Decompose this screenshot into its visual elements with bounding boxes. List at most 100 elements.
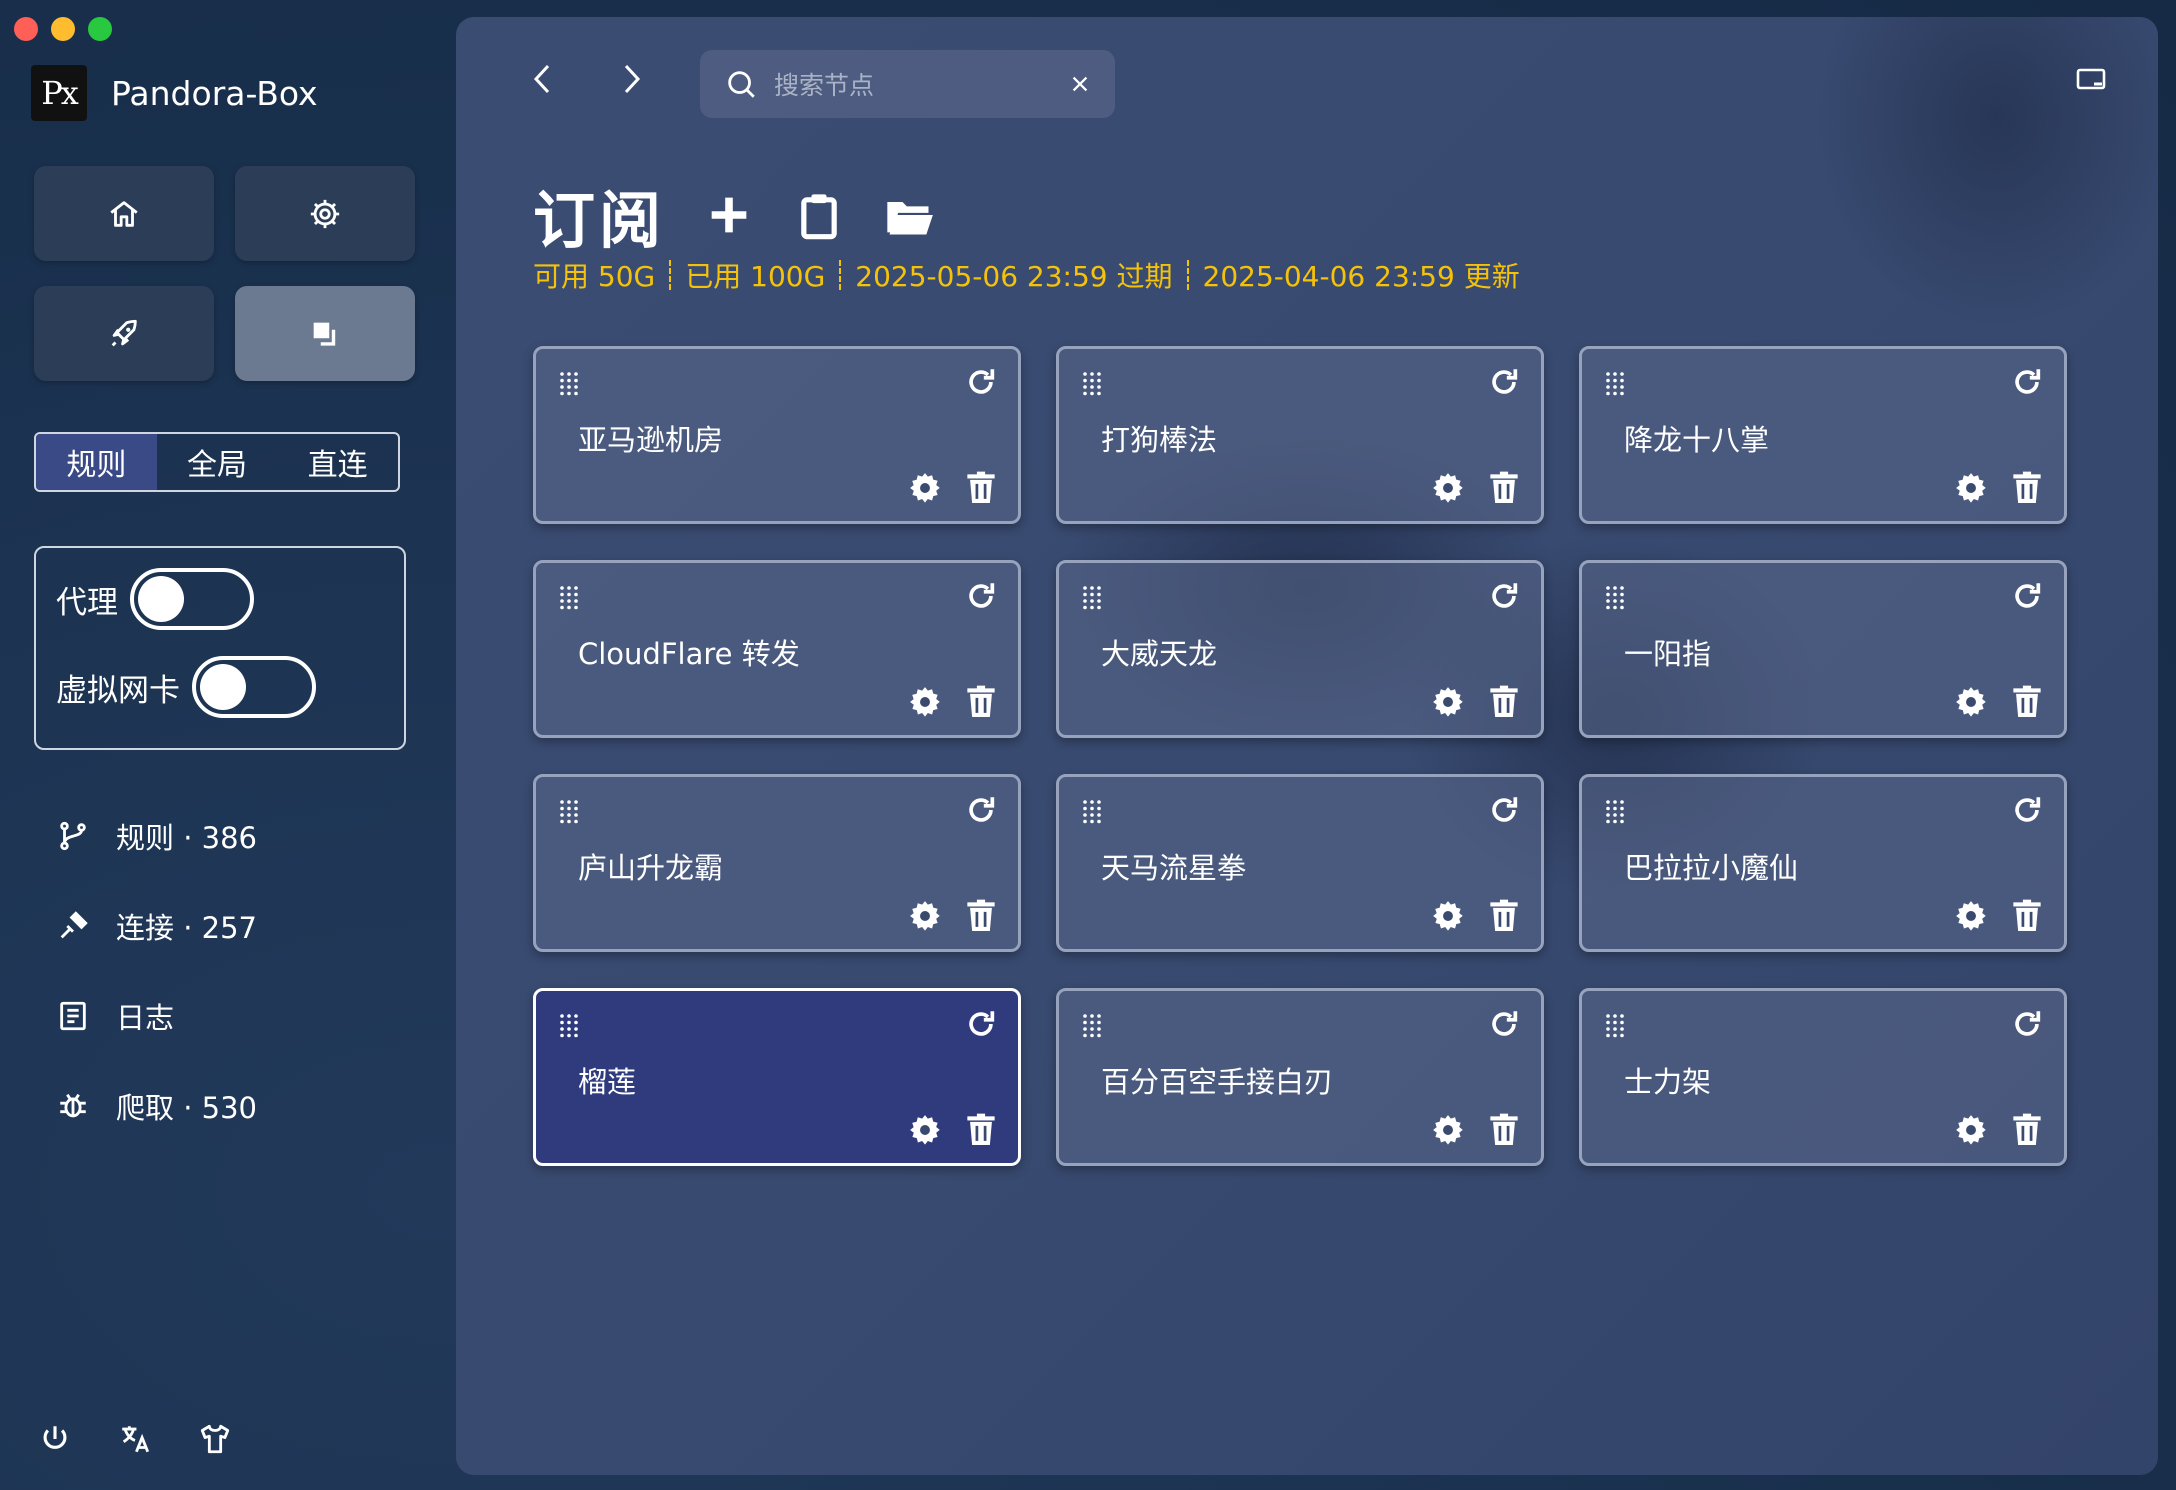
drag-handle-icon[interactable]	[1081, 371, 1103, 397]
gear-icon[interactable]	[908, 471, 942, 505]
refresh-icon[interactable]	[1487, 579, 1521, 613]
proxy-toggle[interactable]	[130, 568, 254, 630]
window-mode-icon[interactable]	[2076, 68, 2106, 94]
subscription-card[interactable]: 巴拉拉小魔仙	[1579, 774, 2067, 952]
drag-handle-icon[interactable]	[1081, 1013, 1103, 1039]
sidebar-item-label: 规则 · 386	[116, 821, 258, 855]
sidebar-item-logs[interactable]: 日志	[56, 995, 174, 1037]
trash-icon[interactable]	[966, 899, 996, 933]
clear-search-icon[interactable]	[1069, 73, 1091, 95]
mode-global-tab[interactable]: 全局	[157, 434, 278, 490]
trash-icon[interactable]	[2012, 899, 2042, 933]
drag-handle-icon[interactable]	[558, 1013, 580, 1039]
shirt-icon[interactable]	[198, 1422, 232, 1456]
refresh-icon[interactable]	[2010, 579, 2044, 613]
trash-icon[interactable]	[966, 685, 996, 719]
add-icon[interactable]	[703, 189, 755, 241]
drag-handle-icon[interactable]	[558, 585, 580, 611]
card-title: 庐山升龙霸	[578, 851, 724, 885]
sidebar-item-label: 爬取 · 530	[116, 1091, 258, 1125]
expire-time: 2025-05-06 23:59 过期	[855, 260, 1173, 293]
subscription-card[interactable]: 天马流星拳	[1056, 774, 1544, 952]
drag-handle-icon[interactable]	[558, 799, 580, 825]
subscription-card[interactable]: 大威天龙	[1056, 560, 1544, 738]
search-box[interactable]: 搜索节点	[700, 50, 1115, 118]
gear-icon[interactable]	[908, 899, 942, 933]
sidebar-item-crawl[interactable]: 爬取 · 530	[56, 1085, 257, 1127]
trash-icon[interactable]	[2012, 1113, 2042, 1147]
gear-icon[interactable]	[1431, 899, 1465, 933]
trash-icon[interactable]	[1489, 685, 1519, 719]
sidebar-item-rules[interactable]: 规则 · 386	[56, 815, 257, 857]
meta-divider	[839, 260, 842, 290]
subscription-card[interactable]: 打狗棒法	[1056, 346, 1544, 524]
subscription-card[interactable]: 庐山升龙霸	[533, 774, 1021, 952]
settings-button[interactable]	[235, 166, 415, 261]
gear-icon[interactable]	[1954, 1113, 1988, 1147]
trash-icon[interactable]	[966, 471, 996, 505]
subscription-card[interactable]: 亚马逊机房	[533, 346, 1021, 524]
refresh-icon[interactable]	[2010, 365, 2044, 399]
refresh-icon[interactable]	[1487, 793, 1521, 827]
search-input[interactable]: 搜索节点	[774, 66, 1069, 102]
refresh-icon[interactable]	[964, 793, 998, 827]
page-header: 订阅	[533, 170, 935, 260]
subscription-card[interactable]: 百分百空手接白刃	[1056, 988, 1544, 1166]
subscription-card[interactable]: 榴莲	[533, 988, 1021, 1166]
translate-icon[interactable]	[118, 1422, 152, 1456]
drag-handle-icon[interactable]	[1081, 799, 1103, 825]
card-title: 巴拉拉小魔仙	[1624, 851, 1799, 885]
trash-icon[interactable]	[2012, 471, 2042, 505]
gear-icon[interactable]	[1431, 685, 1465, 719]
refresh-icon[interactable]	[2010, 1007, 2044, 1041]
subscription-card[interactable]: CloudFlare 转发	[533, 560, 1021, 738]
mode-direct-tab[interactable]: 直连	[277, 434, 398, 490]
subscription-card[interactable]: 降龙十八掌	[1579, 346, 2067, 524]
tun-switch-label: 虚拟网卡	[56, 672, 180, 709]
close-window-button[interactable]	[14, 17, 38, 41]
clipboard-icon[interactable]	[793, 189, 845, 241]
drag-handle-icon[interactable]	[1604, 585, 1626, 611]
mode-rule-tab[interactable]: 规则	[36, 434, 157, 490]
refresh-icon[interactable]	[2010, 793, 2044, 827]
home-button[interactable]	[34, 166, 214, 261]
meta-divider	[1186, 260, 1189, 290]
gear-icon[interactable]	[1954, 899, 1988, 933]
proxy-switch-label: 代理	[56, 584, 118, 621]
speed-button[interactable]	[34, 286, 214, 381]
refresh-icon[interactable]	[1487, 365, 1521, 399]
gear-icon[interactable]	[908, 1113, 942, 1147]
subscriptions-button[interactable]	[235, 286, 415, 381]
sidebar-item-connections[interactable]: 连接 · 257	[56, 905, 257, 947]
folder-open-icon[interactable]	[883, 189, 935, 241]
refresh-icon[interactable]	[964, 1007, 998, 1041]
gear-icon[interactable]	[908, 685, 942, 719]
power-icon[interactable]	[38, 1422, 72, 1456]
gear-icon[interactable]	[1431, 471, 1465, 505]
gear-icon[interactable]	[1954, 471, 1988, 505]
card-title: 大威天龙	[1101, 637, 1218, 671]
trash-icon[interactable]	[966, 1113, 996, 1147]
drag-handle-icon[interactable]	[1604, 1013, 1626, 1039]
minimize-window-button[interactable]	[51, 17, 75, 41]
gear-icon[interactable]	[1954, 685, 1988, 719]
subscription-card[interactable]: 士力架	[1579, 988, 2067, 1166]
drag-handle-icon[interactable]	[1081, 585, 1103, 611]
trash-icon[interactable]	[2012, 685, 2042, 719]
subscription-card[interactable]: 一阳指	[1579, 560, 2067, 738]
gear-icon[interactable]	[1431, 1113, 1465, 1147]
trash-icon[interactable]	[1489, 471, 1519, 505]
zoom-window-button[interactable]	[88, 17, 112, 41]
used-traffic: 已用 100G	[685, 260, 826, 293]
refresh-icon[interactable]	[964, 365, 998, 399]
drag-handle-icon[interactable]	[1604, 799, 1626, 825]
tun-toggle[interactable]	[192, 656, 316, 718]
trash-icon[interactable]	[1489, 1113, 1519, 1147]
back-arrow-icon[interactable]	[530, 62, 556, 96]
drag-handle-icon[interactable]	[1604, 371, 1626, 397]
refresh-icon[interactable]	[1487, 1007, 1521, 1041]
refresh-icon[interactable]	[964, 579, 998, 613]
trash-icon[interactable]	[1489, 899, 1519, 933]
drag-handle-icon[interactable]	[558, 371, 580, 397]
forward-arrow-icon[interactable]	[618, 62, 644, 96]
